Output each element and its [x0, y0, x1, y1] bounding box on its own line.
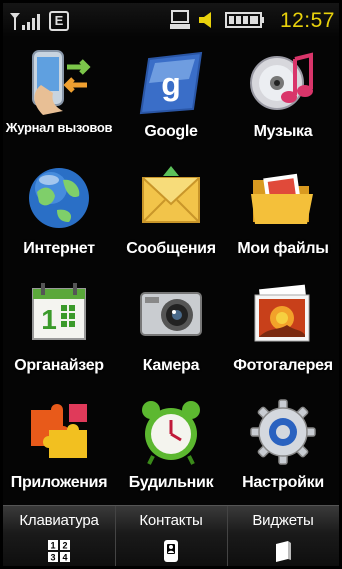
status-bar[interactable]: E 12:57: [3, 3, 339, 37]
svg-text:4: 4: [62, 553, 67, 563]
alarm-clock-icon: [142, 401, 200, 465]
contacts-label: Контакты: [139, 512, 203, 529]
widgets-button[interactable]: Виджеты: [227, 506, 339, 566]
signal-strength-icon: [10, 13, 40, 30]
home-screen: E 12:57 Журнал вызовов g Google Музыка И…: [3, 3, 339, 566]
app-camera[interactable]: Камера: [115, 275, 227, 390]
app-label: Фотогалерея: [233, 357, 333, 374]
app-alarm[interactable]: Будильник: [115, 392, 227, 507]
app-label: Органайзер: [14, 357, 104, 374]
globe-icon: [29, 168, 89, 228]
app-call-log[interactable]: Журнал вызовов: [3, 41, 115, 156]
contacts-icon: [164, 540, 178, 562]
app-label: Музыка: [253, 123, 313, 140]
app-label: Настройки: [242, 474, 324, 491]
bottom-shortcut-bar: Клавиатура 1 2 3 4 Контакты Виджеты: [3, 505, 339, 566]
svg-text:1: 1: [41, 304, 57, 335]
app-my-files[interactable]: Мои файлы: [227, 158, 339, 273]
app-organizer[interactable]: 1 Органайзер: [3, 275, 115, 390]
app-label: Сообщения: [126, 240, 216, 257]
widgets-label: Виджеты: [252, 512, 314, 529]
app-photo-gallery[interactable]: Фотогалерея: [227, 275, 339, 390]
widgets-icon: [276, 541, 291, 562]
app-label: Приложения: [10, 474, 108, 491]
photo-gallery-icon: [254, 284, 310, 342]
folder-icon: [251, 173, 313, 224]
app-internet[interactable]: Интернет: [3, 158, 115, 273]
call-log-icon: [32, 50, 91, 115]
puzzle-icon: [31, 404, 87, 458]
clock-time: 12:57: [279, 9, 335, 32]
envelope-icon: [142, 166, 200, 223]
camera-icon: [140, 292, 202, 336]
google-icon: g: [139, 51, 203, 115]
svg-text:3: 3: [50, 553, 55, 563]
app-label: Журнал вызовов: [5, 120, 113, 135]
contacts-button[interactable]: Контакты: [115, 506, 228, 566]
app-label: Мои файлы: [237, 240, 329, 257]
svg-text:g: g: [161, 66, 181, 102]
network-e-icon: E: [49, 11, 69, 31]
calendar-icon: 1: [32, 283, 86, 340]
app-label: Google: [144, 123, 198, 140]
battery-icon: [225, 12, 264, 28]
app-label: Камера: [142, 357, 200, 374]
app-settings[interactable]: Настройки: [227, 392, 339, 507]
music-icon: [250, 52, 313, 110]
volume-icon: [199, 12, 211, 28]
app-messages[interactable]: Сообщения: [115, 158, 227, 273]
gear-icon: [250, 399, 316, 465]
keypad-icon: 1 2 3 4: [48, 540, 70, 563]
app-label: Интернет: [23, 240, 95, 257]
app-google[interactable]: g Google: [115, 41, 227, 156]
app-grid: Журнал вызовов g Google Музыка Интернет …: [3, 41, 339, 503]
app-label: Будильник: [128, 474, 214, 491]
app-music[interactable]: Музыка: [227, 41, 339, 156]
app-applications[interactable]: Приложения: [3, 392, 115, 507]
svg-text:1: 1: [50, 541, 55, 551]
svg-text:2: 2: [62, 541, 67, 551]
keypad-button[interactable]: Клавиатура 1 2 3 4: [3, 506, 116, 566]
keypad-label: Клавиатура: [19, 512, 99, 529]
pc-connection-icon: [170, 10, 190, 29]
